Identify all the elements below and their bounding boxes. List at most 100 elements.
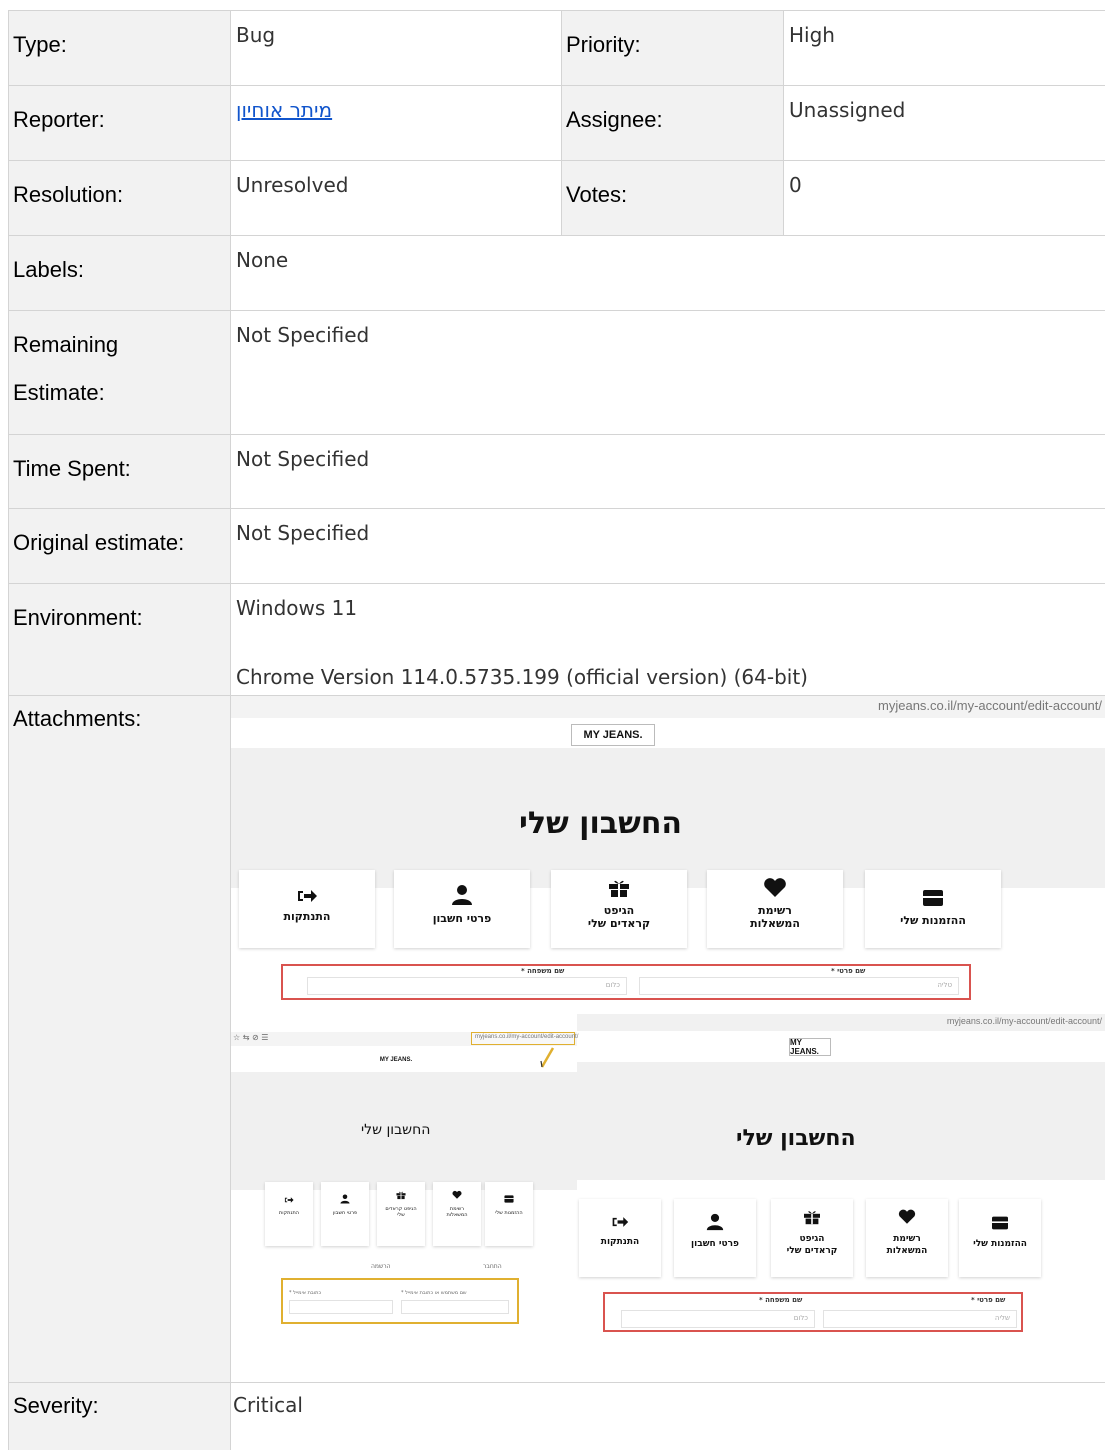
card-wishlist-label-2: רשימת המשאלות	[886, 1234, 928, 1256]
heart-icon	[764, 878, 786, 897]
row-environment: Environment: Windows 11 Chrome Version 1…	[8, 583, 1105, 695]
row-attachments: Attachments: myjeans.co.il/my-account/ed…	[8, 695, 1105, 1382]
time-spent-label: Time Spent:	[8, 435, 230, 508]
remaining-estimate-label: Remaining Estimate:	[8, 311, 230, 434]
attachments-value: myjeans.co.il/my-account/edit-account/ M…	[230, 696, 1105, 1382]
card-gift-cards-label-2: הגיפט קראדים שלי	[786, 1234, 838, 1256]
heart-icon	[898, 1209, 916, 1224]
gift-icon	[396, 1191, 406, 1200]
gift-icon	[804, 1211, 820, 1225]
card-logout-label-3: התנתקות	[278, 1210, 300, 1216]
logout-icon	[298, 890, 317, 902]
card-account-details-label: פרטי חשבון	[432, 912, 492, 925]
logout-icon	[612, 1217, 629, 1227]
last-name-input[interactable]: כלום	[307, 977, 627, 995]
card-gift-cards-label-3: הגיפט קראדים שלי	[385, 1206, 417, 1218]
votes-value: 0	[783, 161, 1105, 235]
row-severity: Severity: Critical	[8, 1382, 1105, 1450]
card-account-details-2[interactable]: פרטי חשבון	[674, 1199, 756, 1277]
card-logout-label: התנתקות	[283, 910, 331, 923]
account-title-3: החשבון שלי	[361, 1122, 431, 1138]
card-gift-cards-2[interactable]: הגיפט קראדים שלי	[771, 1199, 853, 1277]
card-account-details[interactable]: פרטי חשבון	[394, 870, 530, 948]
environment-os: Windows 11	[236, 596, 358, 620]
labels-label: Labels:	[8, 236, 230, 310]
account-title-2: החשבון שלי	[736, 1126, 856, 1151]
site-logo-2: MY JEANS.	[789, 1038, 831, 1056]
card-logout-label-2: התנתקות	[600, 1237, 640, 1247]
box-icon	[923, 890, 943, 906]
assignee-value: Unassigned	[783, 86, 1105, 160]
card-wishlist-label: רשימת המשאלות	[750, 904, 800, 930]
assignee-label: Assignee:	[561, 86, 783, 160]
card-orders-label-3: ההזמנות שלי	[495, 1210, 523, 1216]
row-type-priority: Type: Bug Priority: High	[8, 10, 1105, 85]
card-gift-cards-label: הגיפט קראדים שלי	[587, 904, 651, 930]
register-heading-small: הרשמה	[371, 1263, 391, 1270]
first-name-label: שם פרטי *	[831, 967, 866, 975]
environment-browser: Chrome Version 114.0.5735.199 (official …	[236, 665, 808, 689]
gift-icon	[609, 880, 629, 897]
site-logo: MY JEANS.	[571, 724, 655, 746]
row-original-estimate: Original estimate: Not Specified	[8, 508, 1105, 583]
card-logout-2[interactable]: התנתקות	[579, 1199, 661, 1277]
username-field-label-small: שם משתמש או כתובת אימייל *	[401, 1290, 467, 1296]
attachment-screenshot[interactable]: myjeans.co.il/my-account/edit-account/ M…	[231, 696, 1105, 1371]
logout-icon	[284, 1197, 294, 1203]
email-input-small[interactable]	[289, 1300, 393, 1314]
remaining-estimate-value: Not Specified	[230, 311, 1105, 434]
priority-label: Priority:	[561, 11, 783, 85]
card-orders-2[interactable]: ההזמנות שלי	[959, 1199, 1041, 1277]
card-gift-cards-3[interactable]: הגיפט קראדים שלי	[377, 1182, 425, 1246]
card-wishlist-2[interactable]: רשימת המשאלות	[866, 1199, 948, 1277]
time-spent-value: Not Specified	[230, 435, 1105, 508]
card-orders-label-2: ההזמנות שלי	[973, 1239, 1027, 1249]
card-logout[interactable]: התנתקות	[239, 870, 375, 948]
environment-value: Windows 11 Chrome Version 114.0.5735.199…	[230, 584, 1105, 695]
login-heading-small: התחבר	[483, 1263, 502, 1270]
card-account-details-3[interactable]: פרטי חשבון	[321, 1182, 369, 1246]
row-time-spent: Time Spent: Not Specified	[8, 434, 1105, 508]
original-estimate-value: Not Specified	[230, 509, 1105, 583]
priority-value: High	[783, 11, 1105, 85]
user-icon	[706, 1213, 724, 1231]
screenshot-url-small: myjeans.co.il/my-account/edit-account/	[475, 1034, 579, 1040]
first-name-input-2[interactable]: שליה	[823, 1310, 1017, 1328]
card-orders-label: ההזמנות שלי	[900, 914, 966, 927]
last-name-input-2[interactable]: כלום	[621, 1310, 815, 1328]
username-input-small[interactable]	[401, 1300, 509, 1314]
last-name-label-2: שם משפחה *	[759, 1296, 803, 1304]
user-icon	[340, 1194, 350, 1204]
card-logout-3[interactable]: התנתקות	[265, 1182, 313, 1246]
type-label: Type:	[8, 11, 230, 85]
original-estimate-label: Original estimate:	[8, 509, 230, 583]
first-name-label-2: שם פרטי *	[971, 1296, 1006, 1304]
browser-toolbar-icons: ☆ ⇆ ⊘ ☰	[233, 1033, 269, 1042]
resolution-value: Unresolved	[230, 161, 561, 235]
account-title: החשבון שלי	[519, 806, 683, 841]
card-wishlist[interactable]: רשימת המשאלות	[707, 870, 843, 948]
account-hero-2	[577, 1062, 1105, 1180]
user-icon	[452, 885, 472, 905]
card-wishlist-3[interactable]: רשימת המשאלות	[433, 1182, 481, 1246]
box-icon	[992, 1216, 1008, 1230]
labels-value: None	[230, 236, 1105, 310]
box-icon	[504, 1195, 514, 1203]
card-orders-3[interactable]: ההזמנות שלי	[485, 1182, 533, 1246]
card-account-details-label-3: פרטי חשבון	[332, 1210, 358, 1216]
first-name-input[interactable]: טליה	[639, 977, 959, 995]
environment-label: Environment:	[8, 584, 230, 695]
screenshot-url: myjeans.co.il/my-account/edit-account/	[878, 698, 1102, 713]
card-account-details-label-2: פרטי חשבון	[691, 1239, 739, 1249]
severity-value: Critical	[230, 1383, 1105, 1450]
reporter-link[interactable]: מיתר אוחיון	[236, 98, 332, 122]
card-gift-cards[interactable]: הגיפט קראדים שלי	[551, 870, 687, 948]
card-orders[interactable]: ההזמנות שלי	[865, 870, 1001, 948]
row-reporter-assignee: Reporter: מיתר אוחיון Assignee: Unassign…	[8, 85, 1105, 160]
site-logo-3: MY JEANS.	[379, 1053, 413, 1067]
reporter-value: מיתר אוחיון	[230, 86, 561, 160]
severity-label: Severity:	[8, 1383, 230, 1450]
type-value: Bug	[230, 11, 561, 85]
last-name-label: שם משפחה *	[521, 967, 565, 975]
reporter-label: Reporter:	[8, 86, 230, 160]
